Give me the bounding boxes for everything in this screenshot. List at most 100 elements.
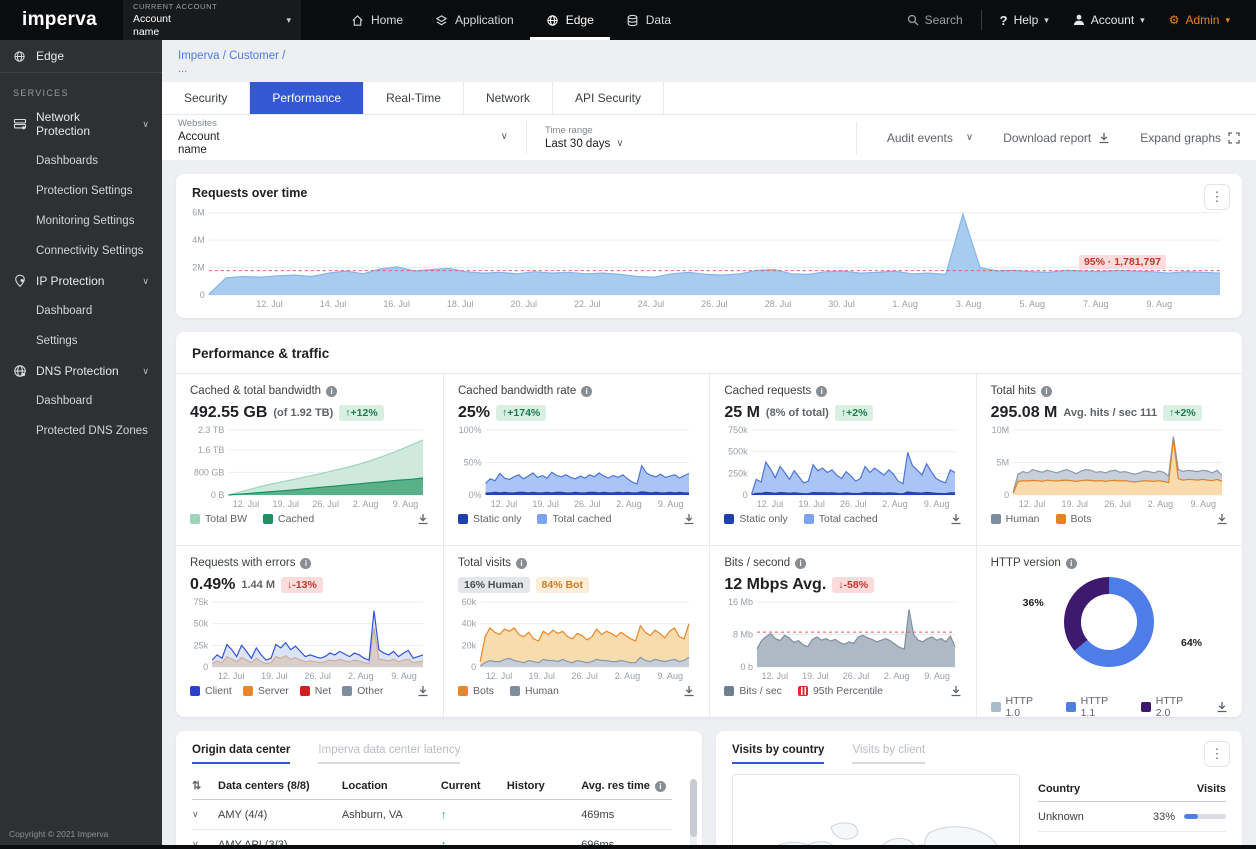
- legend-label: Static only: [739, 513, 788, 525]
- svg-text:500k: 500k: [728, 447, 748, 457]
- sidebar-item-dns-dashboard[interactable]: Dashboard: [0, 386, 162, 416]
- user-icon: [1073, 14, 1084, 25]
- tab-performance[interactable]: Performance: [250, 82, 365, 114]
- legend-swatch: [242, 686, 253, 696]
- table-row[interactable]: Unknown 33%: [1038, 802, 1226, 832]
- tab-api-security[interactable]: API Security: [553, 82, 665, 114]
- svg-text:6M: 6M: [192, 208, 205, 218]
- tab-imperva-data-center-latency[interactable]: Imperva data center latency: [318, 744, 461, 764]
- chevron-down-icon: ∨: [965, 132, 974, 143]
- sidebar-header-edge[interactable]: Edge: [0, 40, 162, 73]
- info-icon[interactable]: i: [795, 557, 807, 569]
- search-button[interactable]: Search: [895, 13, 975, 27]
- sidebar-item-protection-settings[interactable]: Protection Settings: [0, 176, 162, 206]
- download-chart-button[interactable]: [417, 685, 429, 697]
- scrollbar[interactable]: [690, 779, 697, 849]
- kebab-menu-button[interactable]: ⋮: [1204, 741, 1230, 767]
- nav-item-data[interactable]: Data: [610, 0, 687, 40]
- sidebar-item-ip-settings[interactable]: Settings: [0, 326, 162, 356]
- nav-item-application[interactable]: Application: [419, 0, 530, 40]
- info-icon[interactable]: i: [300, 557, 312, 569]
- expand-graphs-button[interactable]: Expand graphs: [1140, 131, 1240, 145]
- download-chart-button[interactable]: [683, 513, 695, 525]
- col-country: Country: [1038, 782, 1081, 795]
- info-icon[interactable]: i: [581, 385, 593, 397]
- download-report-button[interactable]: Download report: [1003, 131, 1110, 145]
- info-icon[interactable]: i: [516, 557, 528, 569]
- origin-data-center-panel: Origin data center Imperva data center l…: [176, 731, 702, 849]
- requests-over-time-card: Requests over time ⋮ 0 2M 4M 6M 12. Jul 14. J…: [176, 174, 1242, 318]
- metric-value: 25 M: [724, 404, 760, 421]
- svg-text:25k: 25k: [194, 640, 209, 650]
- legend-label: Bots: [1070, 513, 1092, 525]
- current-account-selector[interactable]: CURRENT ACCOUNT Account name ▾: [122, 0, 301, 40]
- svg-text:5M: 5M: [996, 458, 1009, 468]
- legend-item: Static only: [458, 513, 521, 525]
- metric-value: 25%: [458, 404, 491, 421]
- legend-swatch: [990, 514, 1001, 524]
- sidebar-group-network-protection[interactable]: Network Protection ∨: [0, 102, 162, 146]
- breadcrumb[interactable]: Imperva / Customer /: [162, 40, 1256, 63]
- svg-text:2. Aug: 2. Aug: [883, 499, 909, 509]
- bot-share-badge: 84% Bot: [535, 577, 589, 593]
- tab-origin-data-center[interactable]: Origin data center: [192, 744, 291, 764]
- audit-events-dropdown[interactable]: Audit events ∨: [887, 131, 973, 145]
- account-menu[interactable]: Account ▾: [1061, 13, 1157, 27]
- sidebar-item-dashboards[interactable]: Dashboards: [0, 146, 162, 176]
- scrollbar-thumb[interactable]: [690, 779, 697, 837]
- legend-item: Bots: [1055, 513, 1092, 525]
- legend-item: HTTP 1.1: [1065, 695, 1125, 719]
- download-chart-button[interactable]: [683, 685, 695, 697]
- svg-text:100%: 100%: [459, 426, 482, 435]
- metric-value: 295.08 M: [990, 404, 1058, 421]
- tab-visits-by-client[interactable]: Visits by client: [852, 744, 926, 764]
- nav-item-home[interactable]: Home: [335, 0, 419, 40]
- chevron-down-icon[interactable]: ∨: [192, 809, 218, 820]
- legend-swatch: [990, 702, 1001, 712]
- admin-menu[interactable]: ⚙ Admin ▾: [1157, 13, 1242, 27]
- svg-text:9. Aug: 9. Aug: [657, 671, 683, 681]
- download-chart-button[interactable]: [1216, 513, 1228, 525]
- sidebar-group-ip-protection[interactable]: IP Protection ∨: [0, 266, 162, 296]
- info-icon[interactable]: i: [1065, 557, 1077, 569]
- download-chart-button[interactable]: [417, 513, 429, 525]
- legend-label: Static only: [473, 513, 522, 525]
- tab-security[interactable]: Security: [162, 82, 251, 114]
- col-visits: Visits: [1196, 782, 1226, 795]
- info-icon[interactable]: i: [816, 385, 828, 397]
- sidebar-item-connectivity-settings[interactable]: Connectivity Settings: [0, 236, 162, 266]
- download-icon: [684, 514, 694, 525]
- legend-item: Other: [342, 685, 383, 697]
- download-chart-button[interactable]: [1216, 701, 1228, 713]
- help-menu[interactable]: ? Help ▾: [988, 13, 1061, 28]
- tab-network[interactable]: Network: [464, 82, 553, 114]
- svg-text:2. Aug: 2. Aug: [616, 499, 642, 509]
- sidebar-item-monitoring-settings[interactable]: Monitoring Settings: [0, 206, 162, 236]
- main-content: Imperva / Customer / ... Security Perfor…: [162, 0, 1256, 849]
- time-range-filter[interactable]: Time range Last 30 days ∨: [545, 125, 624, 150]
- legend-label: Total cached: [552, 513, 612, 525]
- tab-real-time[interactable]: Real-Time: [364, 82, 464, 114]
- table-row[interactable]: ∨ AMY (4/4) Ashburn, VA ↑ 469ms: [192, 800, 672, 830]
- download-chart-button[interactable]: [950, 685, 962, 697]
- threshold-badge: 95% · 1,781,797: [1078, 255, 1166, 269]
- expand-all-icon[interactable]: ⇅: [192, 779, 218, 792]
- admin-label: Admin: [1185, 13, 1220, 27]
- sidebar-group-dns-protection[interactable]: DNS Protection ∨: [0, 356, 162, 386]
- svg-text:9. Aug: 9. Aug: [393, 499, 419, 509]
- info-icon[interactable]: i: [326, 385, 338, 397]
- nav-item-edge[interactable]: Edge: [529, 0, 610, 40]
- tab-visits-by-country[interactable]: Visits by country: [732, 744, 825, 764]
- info-icon[interactable]: i: [654, 780, 666, 792]
- svg-text:50%: 50%: [464, 458, 482, 468]
- sidebar-item-protected-dns-zones[interactable]: Protected DNS Zones: [0, 416, 162, 446]
- table-header: Country Visits: [1038, 776, 1226, 802]
- svg-text:16 Mb: 16 Mb: [728, 598, 753, 607]
- sidebar-item-ip-dashboard[interactable]: Dashboard: [0, 296, 162, 326]
- info-icon[interactable]: i: [1041, 385, 1053, 397]
- websites-filter[interactable]: Websites Account name ∨: [178, 118, 508, 157]
- sidebar-title: Edge: [36, 49, 65, 63]
- chevron-down-icon: ▾: [1044, 14, 1049, 25]
- download-chart-button[interactable]: [950, 513, 962, 525]
- legend-swatch: [458, 514, 468, 524]
